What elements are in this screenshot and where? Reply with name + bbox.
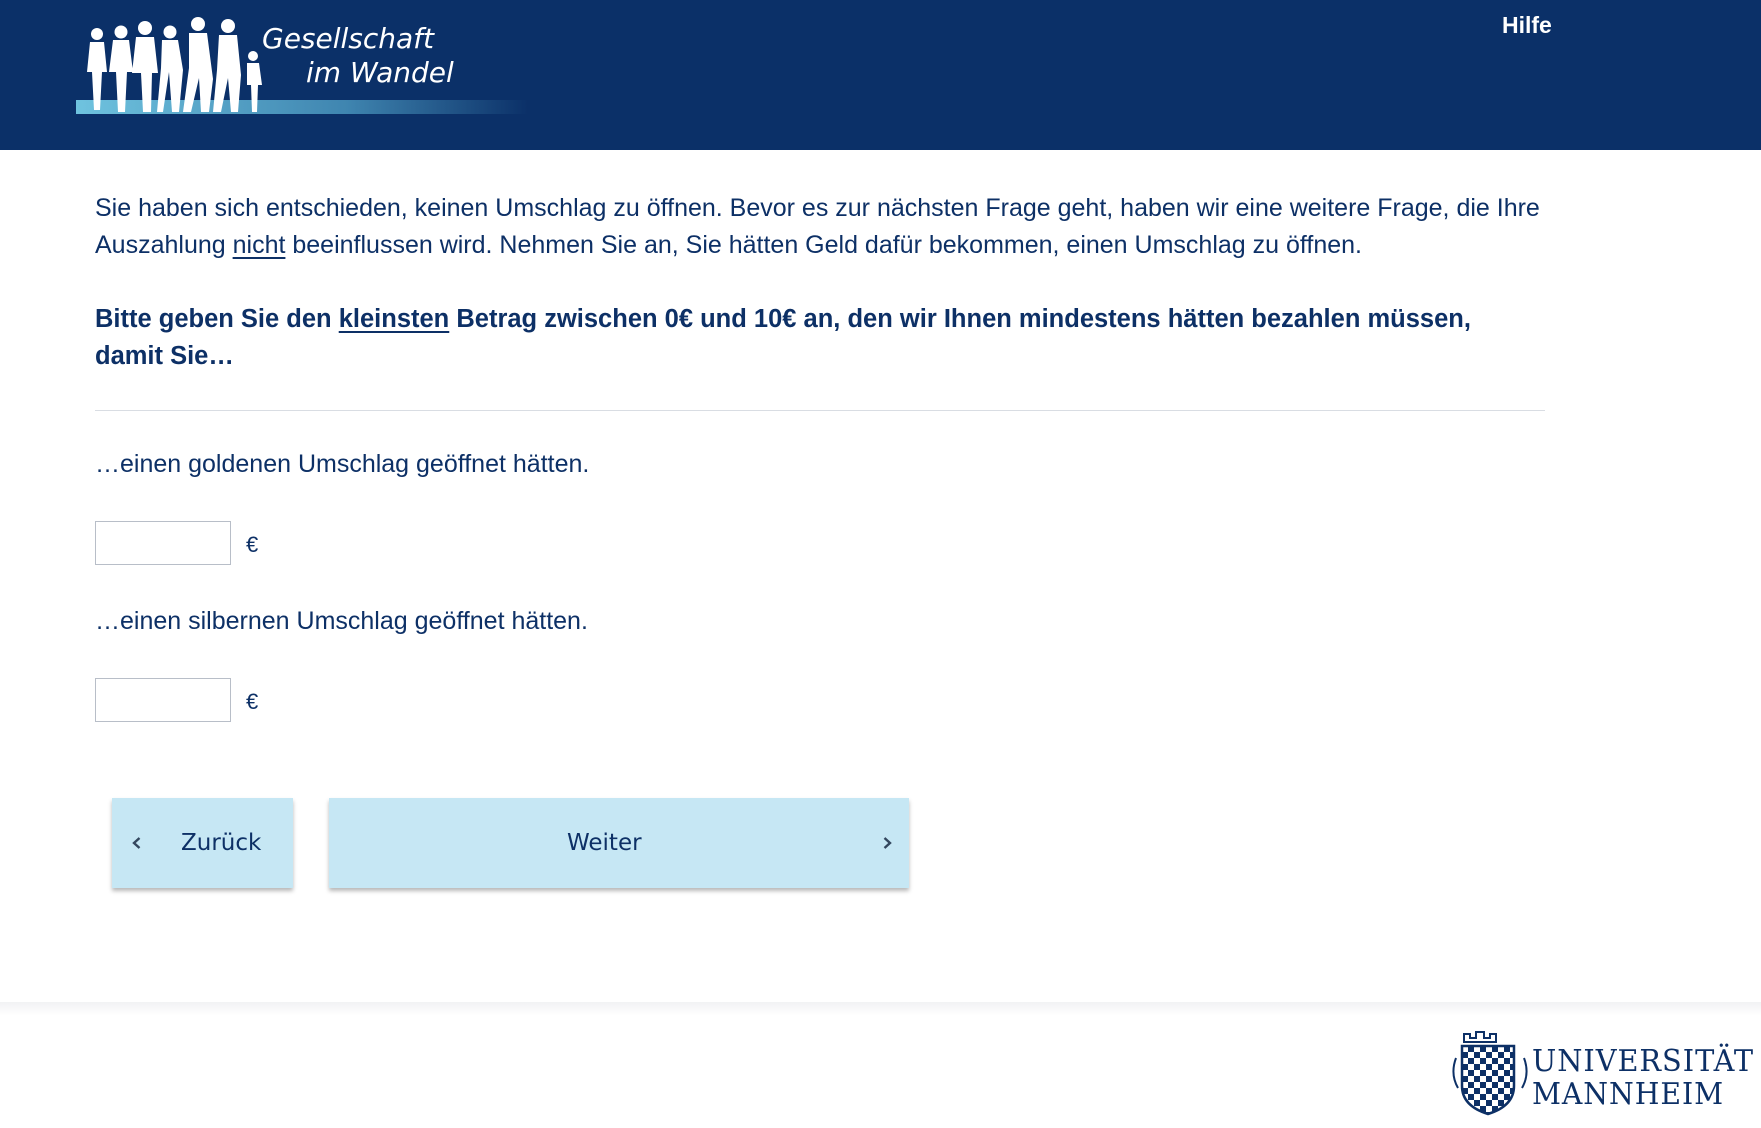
- footer-divider: [0, 1002, 1761, 1016]
- crest-icon: UNIVERSITÄT MANNHEIM: [1452, 1031, 1754, 1116]
- back-button-label: Zurück: [181, 830, 262, 856]
- help-link[interactable]: Hilfe: [1502, 12, 1552, 39]
- underlined-nicht: nicht: [232, 231, 286, 259]
- gesellschaft-im-wandel-logo: Gesellschaft im Wandel: [76, 14, 528, 120]
- page-header: Gesellschaft im Wandel Hilfe: [0, 0, 1761, 150]
- divider: [95, 410, 1545, 411]
- gold-amount-input[interactable]: [95, 521, 231, 565]
- svg-text:UNIVERSITÄT: UNIVERSITÄT: [1532, 1043, 1754, 1079]
- chevron-right-icon: [883, 837, 892, 849]
- underlined-kleinsten: kleinsten: [338, 305, 450, 333]
- item-label-silver: …einen silbernen Umschlag geöffnet hätte…: [95, 607, 588, 635]
- back-button[interactable]: Zurück: [112, 798, 293, 888]
- euro-unit: €: [246, 689, 259, 714]
- silver-amount-input[interactable]: [95, 678, 231, 722]
- next-button-label: Weiter: [567, 830, 642, 856]
- euro-unit: €: [246, 532, 259, 557]
- question-instruction: Bitte geben Sie den kleinsten Betrag zwi…: [95, 305, 1471, 370]
- question-intro: Sie haben sich entschieden, keinen Umsch…: [95, 194, 1540, 259]
- next-button[interactable]: Weiter: [329, 798, 909, 888]
- question-block: Sie haben sich entschieden, keinen Umsch…: [95, 190, 1545, 375]
- svg-text:MANNHEIM: MANNHEIM: [1532, 1077, 1724, 1112]
- svg-text:im Wandel: im Wandel: [306, 56, 454, 89]
- universitaet-mannheim-logo: UNIVERSITÄT MANNHEIM: [1450, 1028, 1756, 1116]
- chevron-left-icon: [132, 837, 141, 849]
- svg-text:Gesellschaft: Gesellschaft: [262, 22, 435, 55]
- item-label-gold: …einen goldenen Umschlag geöffnet hätten…: [95, 450, 590, 478]
- people-silhouette-icon: Gesellschaft im Wandel: [76, 17, 528, 114]
